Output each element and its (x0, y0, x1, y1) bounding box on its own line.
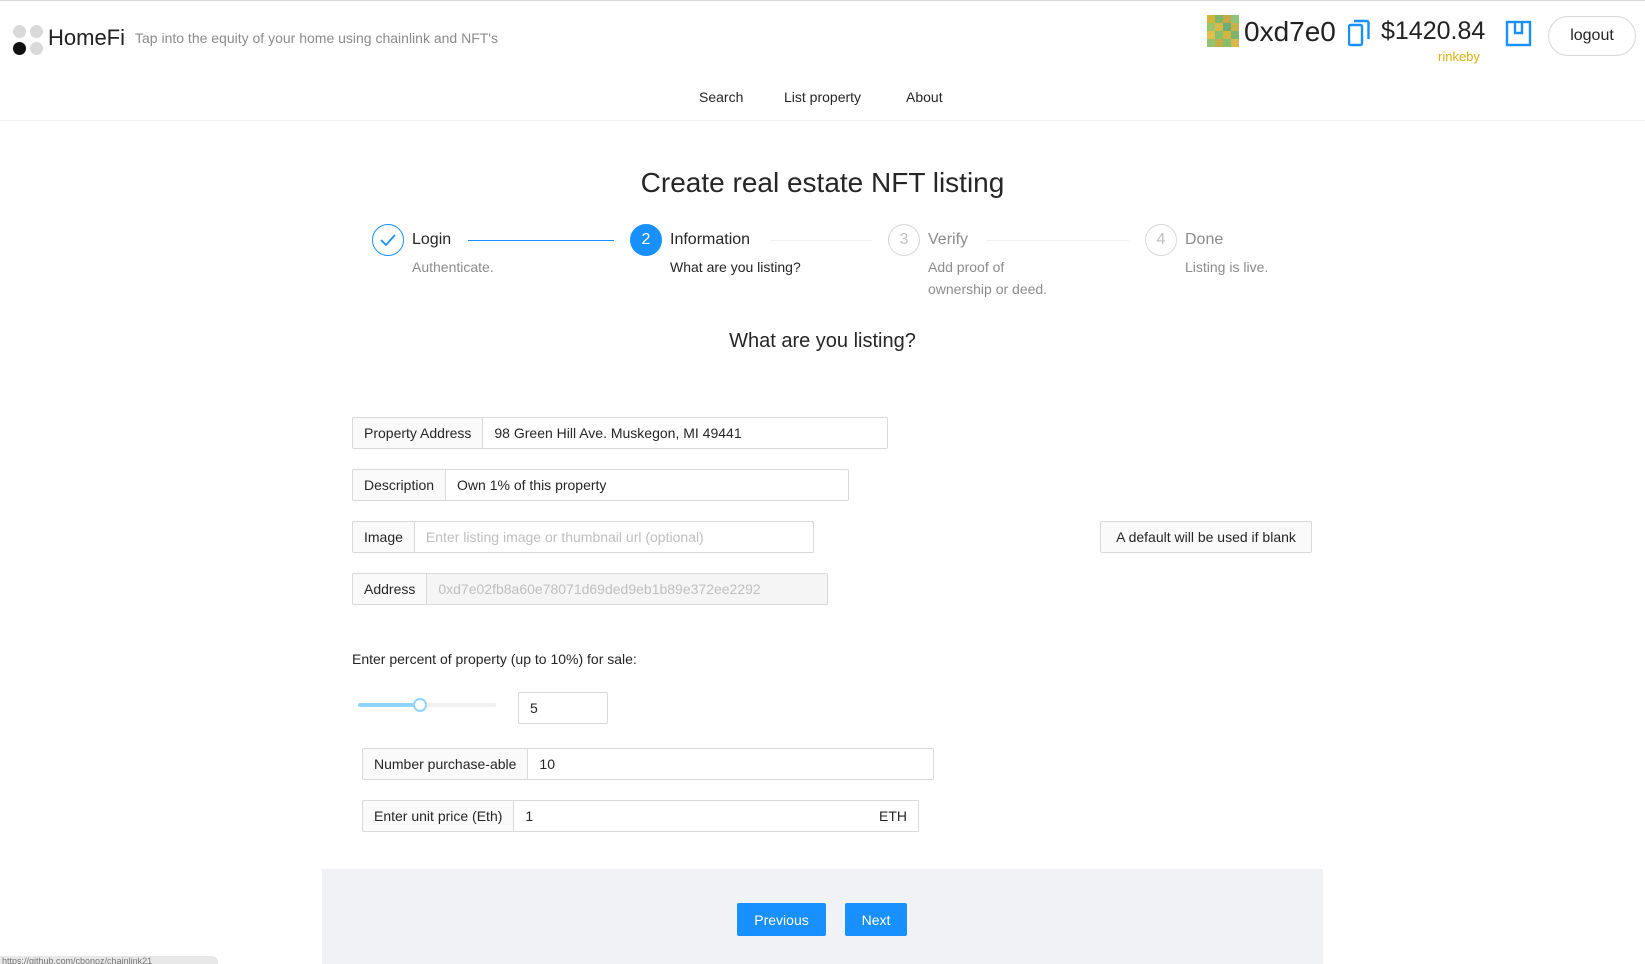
nav-list-property[interactable]: List property (784, 89, 861, 105)
step-verify-title: Verify (928, 231, 969, 248)
section-title: What are you listing? (729, 330, 916, 352)
number-purchaseable-label: Number purchase-able (362, 748, 529, 780)
slider-track (358, 703, 421, 707)
step-verify-desc-line2: ownership or deed. (928, 281, 1048, 297)
avatar-pixel (1215, 15, 1223, 23)
step-information-desc: What are you listing? (670, 259, 801, 275)
image-url-input[interactable] (414, 521, 814, 553)
percent-input[interactable] (518, 692, 608, 724)
step-connector (468, 240, 614, 241)
number-purchaseable-group: Number purchase-able (362, 748, 934, 780)
step-actions-panel: Previous Next (322, 869, 1323, 964)
avatar-pixel (1207, 23, 1215, 31)
avatar-pixel (1231, 31, 1239, 39)
percent-slider[interactable] (358, 698, 496, 712)
unit-price-group: Enter unit price (Eth) ETH (362, 800, 919, 832)
step-login-title: Login (412, 231, 452, 248)
network-label: rinkeby (1438, 49, 1480, 64)
step-verify-desc-line1: Add proof of (928, 259, 1005, 275)
avatar-pixel (1207, 31, 1215, 39)
logo-icon[interactable] (13, 25, 43, 55)
unit-price-field[interactable]: ETH (514, 800, 919, 832)
avatar-pixel (1215, 23, 1223, 31)
main-nav: Search List property About (0, 89, 1645, 109)
address-input (427, 573, 828, 605)
avatar-pixel (1215, 39, 1223, 47)
address-group: Address (352, 573, 828, 605)
property-address-group: Property Address (352, 417, 888, 449)
avatar-pixel (1223, 31, 1231, 39)
header: HomeFi Tap into the equity of your home … (0, 0, 1645, 121)
wallet-balance: $1420.84 (1381, 17, 1486, 45)
step-information-icon: 2 (630, 224, 662, 256)
unit-price-input[interactable] (525, 808, 879, 824)
step-login-desc: Authenticate. (412, 259, 494, 275)
property-address-input[interactable] (483, 417, 888, 449)
step-connector (986, 240, 1129, 241)
nav-about[interactable]: About (906, 89, 943, 105)
avatar-pixel (1223, 15, 1231, 23)
description-group: Description (352, 469, 849, 501)
status-bar-url: https://github.com/cbonoz/chainlink21 (0, 956, 218, 964)
avatar (1207, 15, 1239, 47)
step-done-icon: 4 (1145, 224, 1177, 256)
previous-button[interactable]: Previous (737, 903, 826, 936)
step-login-check-icon (372, 224, 404, 256)
unit-price-suffix: ETH (879, 808, 907, 824)
step-done-desc: Listing is live. (1185, 259, 1269, 275)
percent-label: Enter percent of property (up to 10%) fo… (352, 651, 637, 667)
description-input[interactable] (446, 469, 849, 501)
avatar-pixel (1207, 15, 1215, 23)
copy-icon[interactable] (1348, 19, 1370, 47)
step-done-title: Done (1185, 231, 1224, 248)
avatar-pixel (1223, 39, 1231, 47)
step-connector (770, 240, 872, 241)
avatar-pixel (1223, 23, 1231, 31)
tagline: Tap into the equity of your home using c… (135, 30, 498, 46)
avatar-pixel (1231, 39, 1239, 47)
logout-button[interactable]: logout (1548, 16, 1636, 56)
address-label: Address (352, 573, 428, 605)
number-purchaseable-input[interactable] (528, 748, 934, 780)
slider-handle[interactable] (413, 698, 428, 712)
unit-price-label: Enter unit price (Eth) (362, 800, 515, 832)
account-address: 0xd7e0 (1244, 16, 1336, 47)
property-address-label: Property Address (352, 417, 484, 449)
avatar-pixel (1231, 15, 1239, 23)
image-label: Image (352, 521, 415, 553)
step-information-title: Information (670, 231, 751, 248)
avatar-pixel (1215, 31, 1223, 39)
wallet-icon[interactable] (1505, 20, 1532, 47)
avatar-pixel (1207, 39, 1215, 47)
image-group: Image (352, 521, 814, 553)
step-verify-icon: 3 (888, 224, 920, 256)
brand-name[interactable]: HomeFi (48, 25, 125, 51)
next-button[interactable]: Next (845, 903, 907, 936)
avatar-pixel (1231, 23, 1239, 31)
page-title: Create real estate NFT listing (640, 167, 1005, 198)
image-default-note[interactable]: A default will be used if blank (1100, 521, 1312, 553)
nav-search[interactable]: Search (699, 89, 743, 105)
description-label: Description (352, 469, 447, 501)
